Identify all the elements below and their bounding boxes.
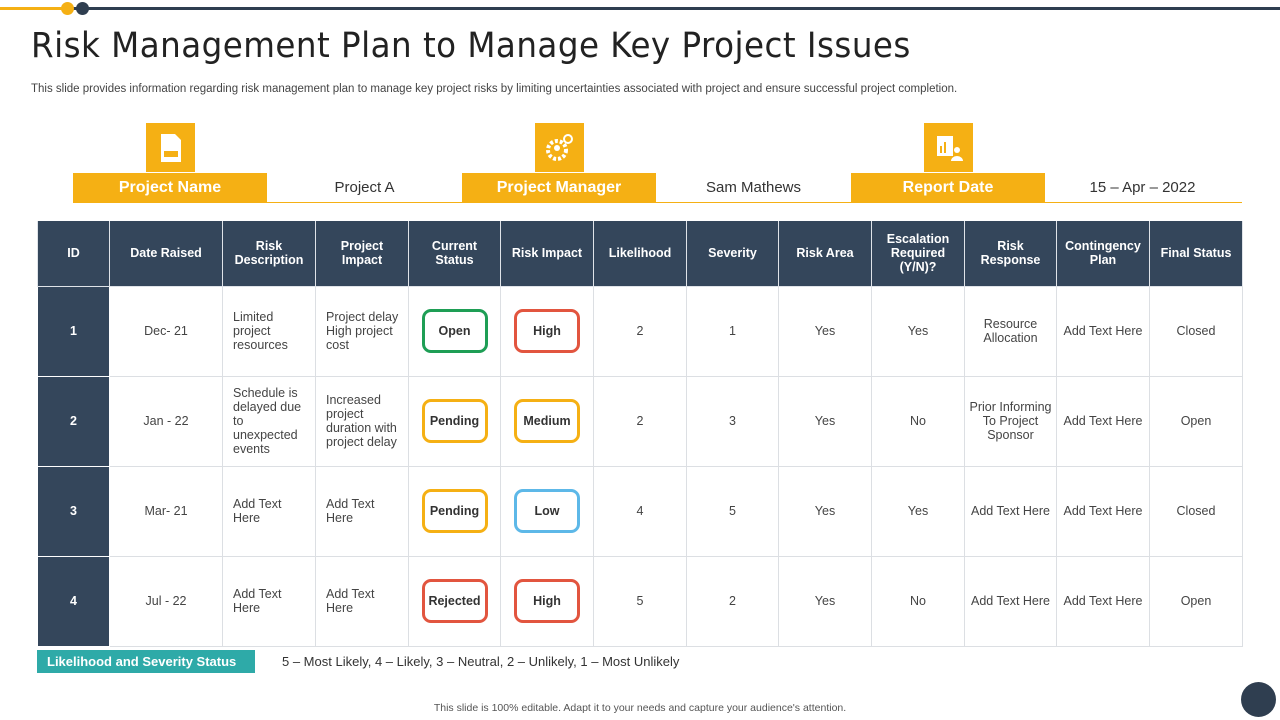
project-manager-value: Sam Mathews	[705, 179, 802, 196]
cell-escalation: Yes	[871, 285, 965, 377]
info-underline	[73, 202, 1242, 203]
cell-escalation: Yes	[871, 465, 965, 557]
cell-impact: Increased project duration with project …	[315, 375, 409, 467]
cell-impact: Add Text Here	[315, 465, 409, 557]
cell-severity: 3	[686, 375, 779, 467]
status-badge: Pending	[421, 399, 488, 443]
cell-final: Closed	[1149, 285, 1243, 377]
table-row: 1 Dec- 21 Limited project resources Project…	[37, 285, 1243, 377]
cell-id: 1	[37, 285, 110, 377]
column-header: Date Raised	[109, 221, 223, 287]
risk-badge: High	[514, 579, 580, 623]
column-header: Current Status	[408, 221, 501, 287]
table-row: 4 Jul - 22 Add Text Here Add Text Here Rejec…	[37, 555, 1243, 647]
cell-impact: Project delay High project cost	[315, 285, 409, 377]
report-person-icon	[924, 123, 973, 172]
cell-area: Yes	[778, 375, 872, 467]
cell-desc: Add Text Here	[222, 555, 316, 647]
project-name-value: Project A	[334, 179, 395, 196]
cell-risk: High	[500, 285, 594, 377]
cell-desc: Add Text Here	[222, 465, 316, 557]
column-header: Final Status	[1149, 221, 1243, 287]
column-header: Risk Area	[778, 221, 872, 287]
cell-contingency: Add Text Here	[1056, 285, 1150, 377]
cell-response: Add Text Here	[964, 555, 1057, 647]
cell-likelihood: 2	[593, 375, 687, 467]
cell-likelihood: 5	[593, 555, 687, 647]
cell-status: Pending	[408, 465, 501, 557]
cell-id: 4	[37, 555, 110, 647]
top-rule	[0, 7, 1280, 10]
report-date-value: 15 – Apr – 2022	[1089, 179, 1196, 196]
cell-desc: Schedule is delayed due to unexpected ev…	[222, 375, 316, 467]
cell-severity: 5	[686, 465, 779, 557]
cell-area: Yes	[778, 555, 872, 647]
column-header: Likelihood	[593, 221, 687, 287]
status-badge: Open	[421, 309, 488, 353]
cell-likelihood: 4	[593, 465, 687, 557]
column-header: Severity	[686, 221, 779, 287]
accent-dot	[61, 2, 74, 15]
project-name-label: Project Name	[73, 173, 267, 202]
column-header: Contingency Plan	[1056, 221, 1150, 287]
table-header-row: ID Date Raised Risk Description Project Imp…	[37, 221, 1243, 287]
cell-date: Mar- 21	[109, 465, 223, 557]
cell-response: Add Text Here	[964, 465, 1057, 557]
cell-impact: Add Text Here	[315, 555, 409, 647]
page-title: Risk Management Plan to Manage Key Proje…	[31, 26, 911, 66]
status-badge: Pending	[421, 489, 488, 533]
cell-area: Yes	[778, 465, 872, 557]
column-header: Risk Impact	[500, 221, 594, 287]
subtitle: This slide provides information regardin…	[31, 83, 958, 95]
column-header: ID	[37, 221, 110, 287]
cell-id: 3	[37, 465, 110, 557]
cell-escalation: No	[871, 375, 965, 467]
cell-risk: High	[500, 555, 594, 647]
cell-likelihood: 2	[593, 285, 687, 377]
table-row: 2 Jan - 22 Schedule is delayed due to unex…	[37, 375, 1243, 467]
cell-date: Jul - 22	[109, 555, 223, 647]
cell-area: Yes	[778, 285, 872, 377]
cell-contingency: Add Text Here	[1056, 465, 1150, 557]
cell-severity: 1	[686, 285, 779, 377]
cell-severity: 2	[686, 555, 779, 647]
cell-contingency: Add Text Here	[1056, 375, 1150, 467]
risk-badge: Medium	[514, 399, 580, 443]
column-header: Project Impact	[315, 221, 409, 287]
risk-badge: High	[514, 309, 580, 353]
gear-person-icon	[535, 123, 584, 172]
cell-date: Dec- 21	[109, 285, 223, 377]
status-badge: Rejected	[421, 579, 488, 623]
top-rule-accent	[0, 7, 68, 10]
table-row: 3 Mar- 21 Add Text Here Add Text Here Pendin…	[37, 465, 1243, 557]
cell-status: Open	[408, 285, 501, 377]
column-header: Risk Description	[222, 221, 316, 287]
legend-text: 5 – Most Likely, 4 – Likely, 3 – Neutral…	[282, 654, 680, 669]
cell-final: Closed	[1149, 465, 1243, 557]
cell-final: Open	[1149, 555, 1243, 647]
footer-note: This slide is 100% editable. Adapt it to…	[433, 702, 847, 714]
column-header: Risk Response	[964, 221, 1057, 287]
risk-table: ID Date Raised Risk Description Project Imp…	[37, 221, 1243, 647]
corner-circle	[1241, 682, 1276, 717]
cell-status: Pending	[408, 375, 501, 467]
risk-badge: Low	[514, 489, 580, 533]
cell-date: Jan - 22	[109, 375, 223, 467]
cell-desc: Limited project resources	[222, 285, 316, 377]
xls-file-icon	[146, 123, 195, 172]
cell-response: Prior Informing To Project Sponsor	[964, 375, 1057, 467]
cell-final: Open	[1149, 375, 1243, 467]
legend-label: Likelihood and Severity Status	[37, 650, 255, 673]
cell-risk: Low	[500, 465, 594, 557]
cell-response: Resource Allocation	[964, 285, 1057, 377]
cell-escalation: No	[871, 555, 965, 647]
cell-contingency: Add Text Here	[1056, 555, 1150, 647]
project-manager-label: Project Manager	[462, 173, 656, 202]
cell-id: 2	[37, 375, 110, 467]
accent-dot	[76, 2, 89, 15]
column-header: Escalation Required (Y/N)?	[871, 221, 965, 287]
cell-risk: Medium	[500, 375, 594, 467]
cell-status: Rejected	[408, 555, 501, 647]
report-date-label: Report Date	[851, 173, 1045, 202]
